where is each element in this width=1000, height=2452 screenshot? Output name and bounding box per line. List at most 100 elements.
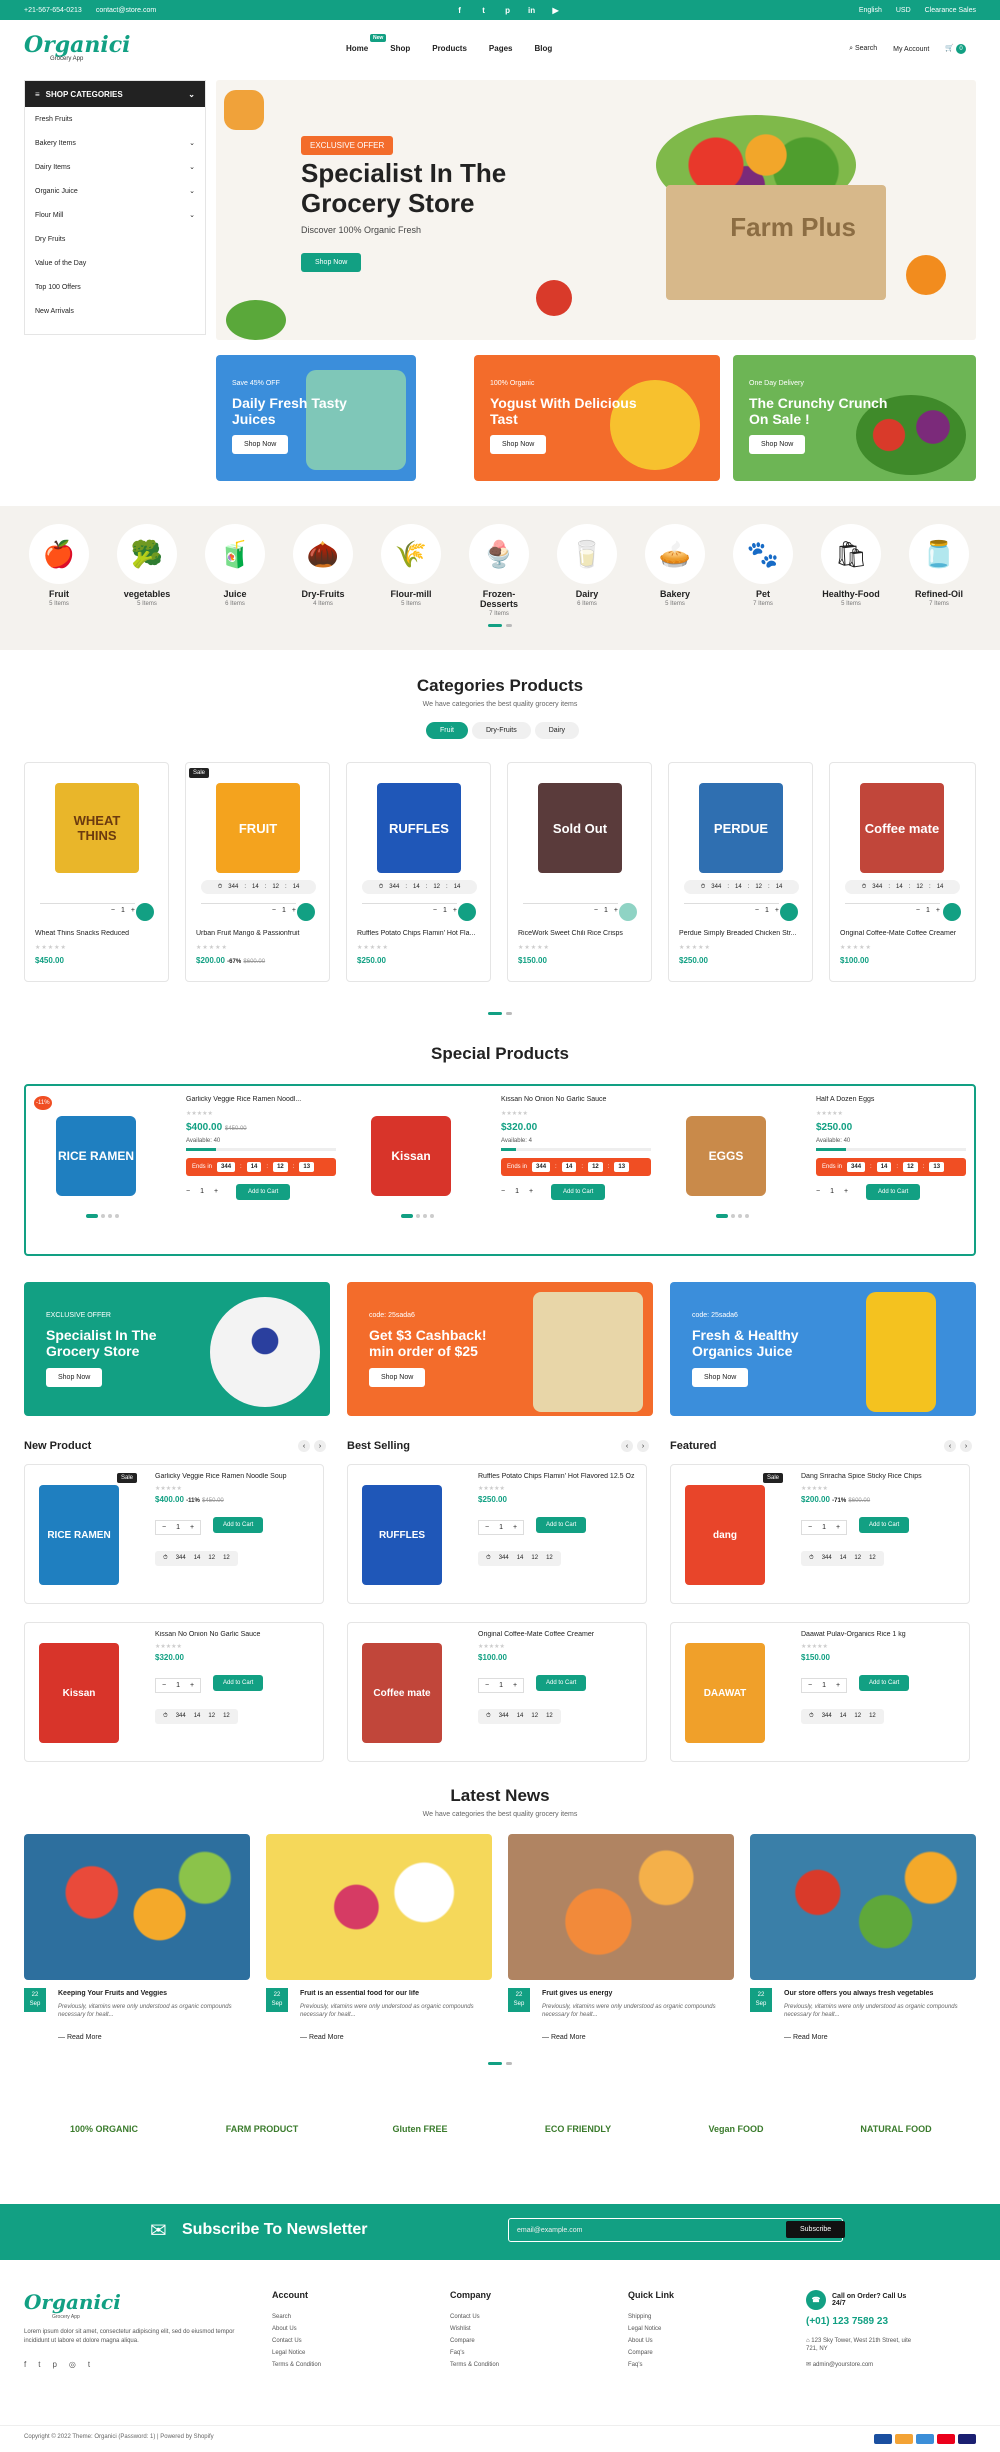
news-card[interactable]: 22 Sep Fruit is an essential food for our… bbox=[266, 1834, 492, 2044]
category-vegetables[interactable]: 🥦 vegetables 5 Items bbox=[115, 524, 179, 607]
add-to-cart-button[interactable]: Add to Cart bbox=[536, 1675, 587, 1691]
special-product[interactable]: -11% RICE RAMEN Garlicky Veggie Rice Ram… bbox=[34, 1092, 346, 1242]
news-card[interactable]: 22 Sep Our store offers you always fresh … bbox=[750, 1834, 976, 2044]
quantity-stepper[interactable]: −1 + bbox=[186, 1188, 218, 1195]
clearance-link[interactable]: Clearance Sales bbox=[925, 7, 976, 14]
language-select[interactable]: English bbox=[859, 7, 882, 14]
pinterest-icon[interactable]: p bbox=[52, 2360, 56, 2369]
add-to-cart-icon[interactable] bbox=[619, 903, 637, 921]
chevron-left-icon[interactable]: ‹ bbox=[298, 1440, 310, 1452]
product-image[interactable]: Coffee mate bbox=[362, 1643, 442, 1743]
category-healthy-food[interactable]: 🛍 Healthy-Food 5 Items bbox=[819, 524, 883, 607]
footer-link[interactable]: Contact Us bbox=[450, 2314, 499, 2320]
sidebar-item-dairy[interactable]: Dairy Items ⌄ bbox=[25, 155, 205, 179]
add-to-cart-button[interactable]: Add to Cart bbox=[536, 1517, 587, 1533]
quantity-stepper[interactable]: −1 + bbox=[684, 903, 779, 917]
footer-link[interactable]: Legal Notice bbox=[628, 2326, 674, 2332]
special-product[interactable]: EGGS Half A Dozen Eggs ★★★★★ $250.00 Ava… bbox=[666, 1092, 976, 1242]
footer-link[interactable]: About Us bbox=[272, 2326, 321, 2332]
product-image[interactable]: Coffee mate bbox=[860, 783, 944, 873]
product-image[interactable]: FRUIT bbox=[216, 783, 300, 873]
carousel-dots[interactable] bbox=[488, 1012, 512, 1015]
hero-shop-button[interactable]: Shop Now bbox=[301, 253, 362, 272]
product-name[interactable]: Kissan No Onion No Garlic Sauce bbox=[155, 1631, 315, 1638]
promo-juices[interactable]: Save 45% OFF Daily Fresh Tasty Juices Sh… bbox=[216, 355, 416, 481]
read-more-link[interactable]: — Read More bbox=[58, 2034, 102, 2041]
category-refined-oil[interactable]: 🫙 Refined-Oil 7 Items bbox=[907, 524, 971, 607]
quantity-stepper[interactable]: −1 + bbox=[523, 903, 618, 917]
footer-link[interactable]: Compare bbox=[450, 2338, 499, 2344]
youtube-icon[interactable]: ▶ bbox=[551, 5, 561, 15]
quantity-stepper[interactable]: −1 + bbox=[478, 1520, 525, 1535]
product-name[interactable]: Wheat Thins Snacks Reduced bbox=[35, 930, 165, 937]
mini-product[interactable]: Sale dang Dang Sriracha Spice Sticky Ric… bbox=[670, 1464, 970, 1604]
chevron-left-icon[interactable]: ‹ bbox=[621, 1440, 633, 1452]
category-dairy[interactable]: 🥛 Dairy 6 Items bbox=[555, 524, 619, 607]
carousel-dots[interactable] bbox=[488, 2062, 512, 2065]
tab-fruit[interactable]: Fruit bbox=[426, 722, 468, 739]
product-name[interactable]: Original Coffee-Mate Coffee Creamer bbox=[478, 1631, 638, 1638]
quantity-stepper[interactable]: −1 + bbox=[201, 903, 296, 917]
nav-blog[interactable]: Blog bbox=[534, 44, 552, 53]
sidebar-item-flour-mill[interactable]: Flour Mill ⌄ bbox=[25, 203, 205, 227]
tab-dry-fruits[interactable]: Dry-Fruits bbox=[472, 722, 531, 739]
nav-products[interactable]: Products bbox=[432, 44, 467, 53]
news-card[interactable]: 22 Sep Fruit gives us energy Previously, … bbox=[508, 1834, 734, 2044]
quantity-stepper[interactable]: −1 + bbox=[155, 1678, 202, 1693]
add-to-cart-button[interactable]: Add to Cart bbox=[859, 1675, 910, 1691]
quantity-stepper[interactable]: −1 + bbox=[40, 903, 135, 917]
read-more-link[interactable]: — Read More bbox=[542, 2034, 586, 2041]
footer-link[interactable]: Terms & Condition bbox=[450, 2362, 499, 2368]
footer-link[interactable]: Compare bbox=[628, 2350, 674, 2356]
add-to-cart-icon[interactable] bbox=[297, 903, 315, 921]
image-dots[interactable] bbox=[86, 1214, 119, 1218]
add-to-cart-button[interactable]: Add to Cart bbox=[213, 1675, 264, 1691]
category-frozen-desserts[interactable]: 🍨 Frozen-Desserts 7 Items bbox=[467, 524, 531, 617]
pinterest-icon[interactable]: p bbox=[503, 5, 513, 15]
sidebar-item-fresh-fruits[interactable]: Fresh Fruits bbox=[25, 107, 205, 131]
promo-shop-button[interactable]: Shop Now bbox=[749, 435, 806, 454]
footer-link[interactable]: Shipping bbox=[628, 2314, 674, 2320]
chevron-right-icon[interactable]: › bbox=[314, 1440, 326, 1452]
mini-product[interactable]: RUFFLES Ruffles Potato Chips Flamin' Hot… bbox=[347, 1464, 647, 1604]
banner-grocery[interactable]: EXCLUSIVE OFFER Specialist In The Grocer… bbox=[24, 1282, 330, 1416]
chevron-left-icon[interactable]: ‹ bbox=[944, 1440, 956, 1452]
promo-crunch[interactable]: One Day Delivery The Crunchy Crunch On S… bbox=[733, 355, 976, 481]
product-card[interactable]: RUFFLES ⏱ 344: 14: 12: 14 −1 + Ruffles Po… bbox=[346, 762, 491, 982]
promo-shop-button[interactable]: Shop Now bbox=[490, 435, 547, 454]
product-name[interactable]: Ruffles Potato Chips Flamin' Hot Flavore… bbox=[478, 1473, 638, 1480]
add-to-cart-button[interactable]: Add to Cart bbox=[859, 1517, 910, 1533]
news-image[interactable] bbox=[750, 1834, 976, 1980]
mini-product[interactable]: Coffee mate Original Coffee-Mate Coffee … bbox=[347, 1622, 647, 1762]
news-title[interactable]: Fruit is an essential food for our life bbox=[300, 1990, 490, 1997]
tab-dairy[interactable]: Dairy bbox=[534, 722, 580, 739]
product-image[interactable]: Sold Out bbox=[538, 783, 622, 873]
subscribe-button[interactable]: Subscribe bbox=[786, 2221, 846, 2238]
product-card[interactable]: Sold Out −1 + RiceWork Sweet Chili Rice C… bbox=[507, 762, 652, 982]
chevron-right-icon[interactable]: › bbox=[637, 1440, 649, 1452]
add-to-cart-button[interactable]: Add to Cart bbox=[236, 1184, 291, 1200]
category-bakery[interactable]: 🥧 Bakery 5 Items bbox=[643, 524, 707, 607]
footer-link[interactable]: Contact Us bbox=[272, 2338, 321, 2344]
footer-link[interactable]: Faq's bbox=[450, 2350, 499, 2356]
add-to-cart-button[interactable]: Add to Cart bbox=[213, 1517, 264, 1533]
quantity-stepper[interactable]: −1 + bbox=[801, 1678, 848, 1693]
mini-product[interactable]: Sale RICE RAMEN Garlicky Veggie Rice Ram… bbox=[24, 1464, 324, 1604]
banner-shop-button[interactable]: Shop Now bbox=[46, 1368, 103, 1387]
product-image[interactable]: RUFFLES bbox=[362, 1485, 442, 1585]
banner-cashback[interactable]: code: 25sada6 Get $3 Cashback! min order… bbox=[347, 1282, 653, 1416]
category-dry-fruits[interactable]: 🌰 Dry-Fruits 4 Items bbox=[291, 524, 355, 607]
sidebar-item-bakery[interactable]: Bakery Items ⌄ bbox=[25, 131, 205, 155]
category-fruit[interactable]: 🍎 Fruit 5 Items bbox=[27, 524, 91, 607]
quantity-stepper[interactable]: −1 + bbox=[362, 903, 457, 917]
quantity-stepper[interactable]: −1 + bbox=[478, 1678, 525, 1693]
product-image[interactable]: WHEAT THINS bbox=[55, 783, 139, 873]
add-to-cart-icon[interactable] bbox=[780, 903, 798, 921]
product-image[interactable]: DAAWAT bbox=[685, 1643, 765, 1743]
product-card[interactable]: Sale FRUIT ⏱ 344: 14: 12: 14 −1 + Urban F… bbox=[185, 762, 330, 982]
footer-email[interactable]: ✉ admin@yourstore.com bbox=[806, 2361, 976, 2368]
footer-link[interactable]: Legal Notice bbox=[272, 2350, 321, 2356]
product-card[interactable]: Coffee mate ⏱ 344: 14: 12: 14 −1 + Origin… bbox=[829, 762, 976, 982]
quantity-stepper[interactable]: −1 + bbox=[501, 1188, 533, 1195]
twitter-icon[interactable]: t bbox=[38, 2360, 40, 2369]
